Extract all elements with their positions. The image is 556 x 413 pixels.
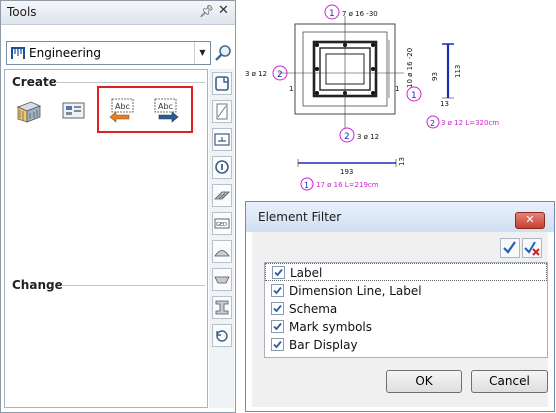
- dialog-title-bar[interactable]: Element Filter ✕: [246, 202, 554, 232]
- category-dropdown[interactable]: Engineering ▼: [6, 41, 211, 65]
- checkbox[interactable]: [272, 266, 285, 279]
- edit-label-icon[interactable]: GED: [212, 212, 232, 235]
- beam-icon[interactable]: [212, 296, 232, 319]
- filter-label: Dimension Line, Label: [289, 284, 422, 298]
- checkbox[interactable]: [271, 302, 284, 315]
- top-label: 7 ø 16 -30: [342, 10, 378, 18]
- bottom-label: 3 ø 12: [357, 133, 379, 141]
- change-section-divider: [61, 285, 205, 286]
- reinforcement-icon[interactable]: [212, 72, 232, 95]
- info-pin-icon[interactable]: [212, 156, 232, 179]
- dim-93: 93: [431, 72, 439, 81]
- left-label: 3 ø 12: [245, 70, 267, 78]
- highlight-box: [97, 86, 193, 133]
- dim-13b: 13: [398, 157, 406, 166]
- list-item[interactable]: Label: [265, 263, 547, 281]
- engineering-icon: [11, 47, 25, 59]
- dim-113: 113: [454, 65, 462, 78]
- dim-13: 13: [440, 100, 449, 108]
- dialog-body: Label Dimension Line, Label Schema Mark …: [252, 232, 548, 407]
- left-mark: 2: [277, 70, 283, 80]
- filter-label: Schema: [289, 302, 338, 316]
- cap-icon[interactable]: [212, 240, 232, 263]
- side-toolbar: GED: [209, 69, 234, 408]
- filter-label: Bar Display: [289, 338, 358, 352]
- close-icon[interactable]: ✕: [218, 3, 229, 18]
- one-right: 1: [395, 85, 399, 93]
- filter-label: Mark symbols: [289, 320, 372, 334]
- tools-title-bar[interactable]: Tools 📌︎ ✕: [1, 1, 235, 25]
- wall-3d-icon[interactable]: [15, 97, 43, 123]
- reinforcement-drawing: 1 7 ø 16 -30 2 3 ø 12 1 10 ø 16 -20 1 1 …: [244, 0, 556, 200]
- close-icon[interactable]: ✕: [515, 212, 545, 229]
- tray-icon[interactable]: [212, 268, 232, 291]
- list-item[interactable]: Dimension Line, Label: [265, 282, 547, 300]
- create-section-title: Create: [12, 75, 57, 89]
- bar3-mark: 2: [430, 119, 435, 128]
- mesh-icon[interactable]: [212, 184, 232, 207]
- checkbox[interactable]: [271, 338, 284, 351]
- bar1-label: 17 ø 16 L=219cm: [316, 181, 379, 189]
- bar-shape-icon[interactable]: [212, 100, 232, 123]
- right-mark: 1: [411, 91, 417, 101]
- bar1-mark: 1: [304, 181, 309, 190]
- bar3-label: 3 ø 12 L=320cm: [441, 119, 499, 127]
- chevron-down-icon[interactable]: ▼: [194, 42, 210, 64]
- pin-icon[interactable]: 📌︎: [199, 4, 214, 18]
- rotate-icon[interactable]: [212, 324, 232, 347]
- create-section-divider: [55, 82, 205, 83]
- cancel-button[interactable]: Cancel: [471, 370, 548, 393]
- list-item[interactable]: Bar Display: [265, 336, 547, 354]
- top-mark: 1: [329, 9, 335, 19]
- tools-title: Tools: [7, 5, 37, 19]
- ok-button[interactable]: OK: [386, 370, 462, 393]
- dim-193: 193: [340, 168, 353, 176]
- category-dropdown-value: Engineering: [29, 46, 101, 60]
- element-filter-dialog: Element Filter ✕ Label Dimension Line, L…: [245, 201, 555, 412]
- filter-label: Label: [290, 266, 323, 280]
- checkbox[interactable]: [271, 320, 284, 333]
- checkbox[interactable]: [271, 284, 284, 297]
- bottom-mark: 2: [344, 132, 350, 142]
- search-icon[interactable]: [213, 43, 233, 63]
- dialog-title: Element Filter: [258, 210, 342, 224]
- filter-list: Label Dimension Line, Label Schema Mark …: [264, 262, 548, 358]
- right-label: 10 ø 16 -20: [406, 48, 414, 88]
- svg-text:GED: GED: [216, 222, 227, 228]
- tools-palette: Tools 📌︎ ✕ Engineering ▼ Create Abc Abc …: [0, 0, 236, 413]
- change-section-title: Change: [12, 278, 63, 292]
- check-all-icon[interactable]: [500, 238, 520, 258]
- one-left: 1: [289, 85, 293, 93]
- placement-icon[interactable]: [212, 128, 232, 151]
- uncheck-all-icon[interactable]: [522, 238, 542, 258]
- list-item[interactable]: Schema: [265, 300, 547, 318]
- list-item[interactable]: Mark symbols: [265, 318, 547, 336]
- bar-schedule-icon[interactable]: [59, 97, 87, 123]
